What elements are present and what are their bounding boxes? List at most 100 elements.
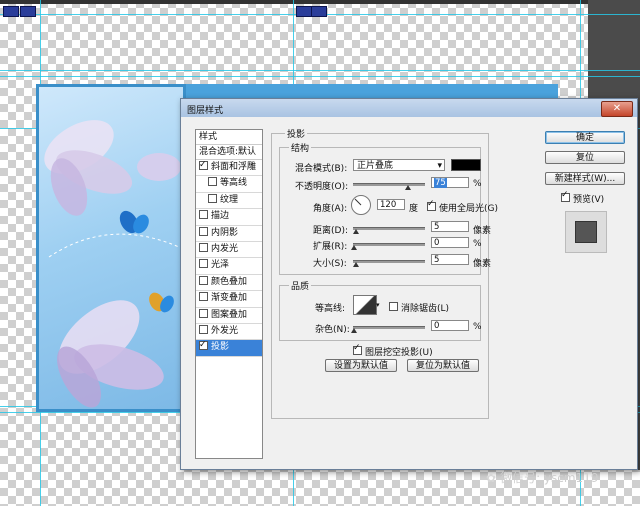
checkbox-icon[interactable]: [199, 242, 208, 252]
slider-thumb[interactable]: [351, 328, 357, 333]
style-item-label: 光泽: [211, 260, 230, 271]
slice-marker: [296, 6, 312, 17]
style-item-pattern-overlay[interactable]: 图案叠加: [196, 308, 262, 324]
style-item-stroke[interactable]: 描边: [196, 209, 262, 226]
angle-needle-icon: [354, 198, 362, 206]
style-preview-thumbnail: [565, 211, 607, 253]
spread-unit: %: [473, 239, 482, 249]
size-value: 5: [434, 255, 440, 265]
style-item-label: 颜色叠加: [211, 276, 248, 287]
opacity-value: 75: [434, 178, 447, 188]
style-item-drop-shadow[interactable]: 投影: [196, 338, 262, 357]
blend-mode-select[interactable]: 正片叠底: [353, 159, 445, 172]
angle-dial[interactable]: [351, 195, 371, 215]
checkbox-icon[interactable]: [199, 226, 208, 236]
angle-input[interactable]: 120: [377, 199, 405, 210]
style-item-contour[interactable]: 等高线: [196, 176, 262, 193]
slice-marker: [311, 6, 327, 17]
noise-unit: %: [473, 322, 482, 332]
noise-value: 0: [434, 321, 440, 331]
style-item-bevel-emboss[interactable]: 斜面和浮雕: [196, 158, 262, 177]
wechat-icon: ✿: [486, 471, 497, 485]
contour-picker[interactable]: [353, 295, 377, 315]
dialog-title: 图层样式: [187, 106, 224, 116]
slider-thumb[interactable]: [351, 245, 357, 250]
reset-button[interactable]: 复位: [545, 151, 625, 164]
make-default-button[interactable]: 设置为默认值: [325, 359, 397, 372]
reset-default-button[interactable]: 复位为默认值: [407, 359, 479, 372]
style-item-satin[interactable]: 光泽: [196, 258, 262, 275]
style-item-label: 渐变叠加: [211, 293, 248, 304]
style-item-texture[interactable]: 纹理: [196, 193, 262, 210]
style-item-label: 内发光: [211, 243, 239, 254]
style-item-color-overlay[interactable]: 颜色叠加: [196, 275, 262, 292]
dialog-titlebar[interactable]: 图层样式 ✕: [181, 99, 637, 117]
noise-slider[interactable]: [353, 326, 425, 329]
angle-value: 120: [380, 200, 397, 210]
quality-title: 品质: [289, 279, 312, 292]
top-strip: [0, 0, 640, 4]
close-icon: ✕: [612, 103, 622, 114]
slider-thumb[interactable]: [353, 262, 359, 267]
close-button[interactable]: ✕: [601, 101, 633, 117]
opacity-slider[interactable]: [353, 183, 425, 186]
style-item-label: 描边: [211, 211, 230, 222]
spread-value: 0: [434, 238, 440, 248]
noise-label: 杂色(N):: [315, 325, 350, 335]
knockout-checkbox[interactable]: [353, 343, 362, 355]
knockout-label: 图层挖空投影(U): [365, 348, 433, 358]
slider-thumb[interactable]: [405, 185, 411, 190]
opacity-input[interactable]: 75: [431, 177, 469, 188]
ok-button[interactable]: 确定: [545, 131, 625, 144]
checkbox-icon[interactable]: [208, 193, 217, 203]
distance-slider[interactable]: [353, 227, 425, 230]
size-slider[interactable]: [353, 260, 425, 263]
flower-image-layer: [36, 84, 186, 412]
style-item-label: 等高线: [220, 178, 248, 189]
checkbox-icon[interactable]: [199, 292, 208, 302]
watermark-text: 微信号: yscm119: [500, 471, 599, 485]
checkbox-icon[interactable]: [199, 308, 208, 318]
style-item-label: 外发光: [211, 325, 239, 336]
quality-group: [279, 285, 481, 341]
new-style-button[interactable]: 新建样式(W)...: [545, 172, 625, 185]
style-list: 样式 混合选项:默认 斜面和浮雕 等高线 纹理 描边 内阴影 内发光 光泽 颜色…: [195, 129, 263, 459]
spread-slider[interactable]: [353, 243, 425, 246]
checkbox-icon[interactable]: [199, 275, 208, 285]
style-item-label: 投影: [211, 342, 230, 353]
preview-checkbox[interactable]: [561, 190, 570, 202]
styles-header[interactable]: 样式: [196, 130, 262, 145]
image-top-edge: [186, 84, 558, 98]
noise-input[interactable]: 0: [431, 320, 469, 331]
distance-input[interactable]: 5: [431, 221, 469, 232]
antialias-checkbox[interactable]: [389, 302, 398, 311]
size-unit: 像素: [473, 259, 492, 269]
style-item-label: 内阴影: [211, 227, 239, 238]
style-item-inner-shadow[interactable]: 内阴影: [196, 226, 262, 242]
style-item-inner-glow[interactable]: 内发光: [196, 242, 262, 259]
style-item-gradient-overlay[interactable]: 渐变叠加: [196, 291, 262, 308]
guide-line: [0, 70, 640, 71]
checkbox-icon[interactable]: [199, 259, 208, 269]
opacity-label: 不透明度(O):: [295, 182, 349, 192]
checkbox-icon[interactable]: [199, 324, 208, 334]
checkbox-icon[interactable]: [208, 177, 217, 187]
checkbox-icon[interactable]: [199, 338, 208, 353]
checkbox-icon[interactable]: [199, 210, 208, 220]
slider-thumb[interactable]: [353, 229, 359, 234]
slice-marker: [20, 6, 36, 17]
checkbox-icon[interactable]: [199, 158, 208, 173]
global-light-checkbox[interactable]: [427, 199, 436, 211]
contour-dropdown-icon[interactable]: ▾: [376, 301, 380, 309]
style-item-label: 图案叠加: [211, 309, 248, 320]
size-input[interactable]: 5: [431, 254, 469, 265]
preview-label: 预览(V): [573, 195, 605, 205]
preview-swatch: [575, 221, 597, 243]
contour-label: 等高线:: [315, 304, 346, 314]
section-title: 投影: [285, 127, 308, 140]
angle-unit: 度: [409, 204, 419, 214]
spread-input[interactable]: 0: [431, 237, 469, 248]
guide-line: [0, 76, 640, 77]
spread-label: 扩展(R):: [313, 242, 348, 252]
shadow-color-swatch[interactable]: [451, 159, 481, 171]
